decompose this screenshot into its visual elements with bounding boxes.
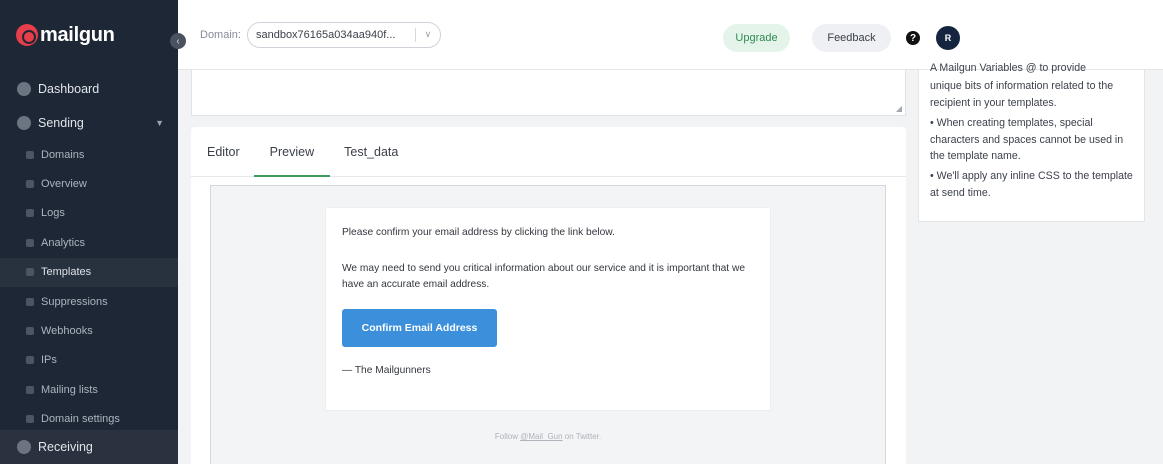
sidebar-item-overview[interactable]: Overview: [0, 169, 178, 198]
template-description-textarea[interactable]: ◢: [191, 70, 906, 116]
sidebar-item-label: Webhooks: [41, 325, 93, 338]
globe-icon: [26, 150, 34, 159]
email-signature: — The Mailgunners: [342, 365, 431, 376]
sidebar-item-label: Mailing lists: [41, 383, 98, 396]
suppressions-icon: [26, 297, 34, 306]
settings-icon: [26, 415, 34, 424]
sidebar-item-domains[interactable]: Domains: [0, 140, 178, 169]
inbox-icon: [17, 440, 31, 454]
email-body: Please confirm your email address by cli…: [325, 207, 771, 411]
mailing-list-icon: [26, 385, 34, 394]
webhook-icon: [26, 327, 34, 336]
twitter-link[interactable]: @Mail_Gun: [520, 432, 562, 441]
sidebar-item-label: Overview: [41, 178, 87, 191]
footer-suffix: on Twitter.: [562, 432, 602, 441]
sidebar-item-label: Receiving: [38, 440, 93, 454]
email-preview-frame: Please confirm your email address by cli…: [210, 185, 886, 464]
tab-editor[interactable]: Editor: [207, 127, 240, 176]
sidebar-item-analytics[interactable]: Analytics: [0, 228, 178, 257]
sidebar-item-sending[interactable]: Sending ▼: [0, 106, 178, 140]
topbar: Domain: sandbox76165a034aa940f... ∨: [178, 0, 1163, 70]
sidebar-item-webhooks[interactable]: Webhooks: [0, 316, 178, 345]
logs-icon: [26, 209, 34, 218]
tab-preview[interactable]: Preview: [253, 127, 331, 177]
domain-value: sandbox76165a034aa940f...: [255, 28, 396, 41]
email-text-info: We may need to send you critical informa…: [342, 263, 745, 290]
dashboard-icon: [17, 82, 31, 96]
avatar[interactable]: R: [936, 26, 960, 50]
chevron-down-icon: ∨: [424, 29, 432, 39]
feedback-button[interactable]: Feedback: [812, 24, 891, 52]
logo[interactable]: mailgun: [0, 0, 178, 70]
sidebar-item-label: Domains: [41, 148, 85, 161]
analytics-icon: [26, 238, 34, 247]
sidebar-item-receiving[interactable]: Receiving: [0, 430, 178, 464]
code-icon: [26, 268, 34, 277]
tab-bar: Editor Preview Test_data: [191, 127, 906, 177]
sidebar-item-templates[interactable]: Templates: [0, 257, 178, 287]
sidebar-item-label: Analytics: [41, 236, 86, 249]
sidebar-item-suppressions[interactable]: Suppressions: [0, 287, 178, 316]
sidebar-item-ips[interactable]: IPs: [0, 346, 178, 375]
overview-icon: [26, 180, 34, 189]
chevron-down-icon: ▼: [155, 118, 164, 128]
tab-test-data[interactable]: Test_data: [344, 127, 398, 176]
sidebar-item-label: IPs: [41, 354, 57, 367]
email-text-confirm: Please confirm your email address by cli…: [342, 227, 615, 238]
resize-handle-icon[interactable]: ◢: [896, 104, 902, 113]
collapse-sidebar-button[interactable]: ‹: [170, 33, 186, 49]
help-text-css: • We'll apply any inline CSS to the temp…: [930, 170, 1133, 199]
chevron-left-icon: ‹: [176, 35, 180, 47]
footer-prefix: Follow: [494, 432, 521, 441]
sidebar-item-logs[interactable]: Logs: [0, 199, 178, 228]
sidebar-item-label: Suppressions: [41, 295, 108, 308]
help-text-cut: A Mailgun Variables @ to provide: [930, 62, 1087, 74]
sidebar: mailgun Dashboard Sending ▼ Domains Over…: [0, 0, 178, 464]
help-text-naming: • When creating templates, special chara…: [930, 117, 1124, 162]
sidebar-item-dashboard[interactable]: Dashboard: [0, 72, 178, 106]
email-footer: Follow @Mail_Gun on Twitter.: [211, 432, 885, 441]
sidebar-item-mailing-lists[interactable]: Mailing lists: [0, 375, 178, 404]
sidebar-item-label: Sending: [38, 116, 84, 130]
upgrade-button[interactable]: Upgrade: [723, 24, 790, 52]
help-text-variables: unique bits of information related to th…: [930, 80, 1114, 109]
help-icon[interactable]: ?: [906, 31, 920, 45]
sidebar-item-label: Templates: [41, 266, 92, 279]
help-panel: A Mailgun Variables @ to provide unique …: [918, 62, 1145, 222]
domain-select[interactable]: sandbox76165a034aa940f... ∨: [246, 21, 441, 48]
template-content-card: Editor Preview Test_data Please confirm …: [191, 127, 906, 464]
logo-text: mailgun: [40, 23, 115, 46]
confirm-email-button[interactable]: Confirm Email Address: [342, 309, 497, 347]
send-icon: [17, 116, 31, 130]
domain-label: Domain:: [200, 28, 241, 41]
mailgun-logo-icon: [16, 24, 38, 46]
sidebar-item-label: Dashboard: [38, 82, 100, 96]
sidebar-item-label: Domain settings: [41, 413, 120, 426]
ip-icon: [26, 356, 34, 365]
sidebar-item-label: Logs: [41, 207, 65, 220]
